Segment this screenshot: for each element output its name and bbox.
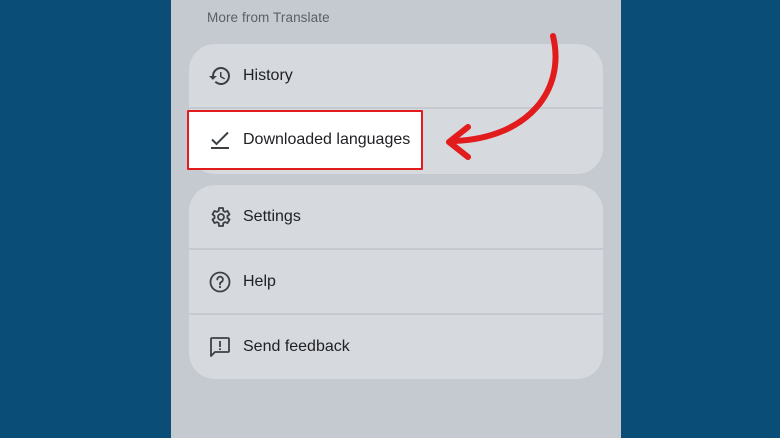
download-check-icon: [208, 128, 232, 152]
history-icon: [208, 64, 232, 88]
menu-item-send-feedback[interactable]: Send feedback: [189, 315, 603, 378]
section-label: More from Translate: [207, 10, 330, 25]
menu-item-history[interactable]: History: [189, 44, 603, 107]
menu-item-help[interactable]: Help: [189, 250, 603, 313]
menu-group-secondary: Settings Help Send feedback: [189, 185, 603, 379]
menu-item-label: Send feedback: [243, 337, 350, 355]
divider: [189, 107, 603, 109]
menu-item-label: Help: [243, 272, 276, 290]
menu-item-label: Downloaded languages: [243, 131, 411, 148]
gear-icon: [208, 205, 232, 229]
help-icon: [208, 270, 232, 294]
feedback-icon: [208, 335, 232, 359]
menu-item-downloaded-languages[interactable]: Downloaded languages: [189, 110, 423, 170]
menu-item-settings[interactable]: Settings: [189, 185, 603, 248]
menu-item-label: History: [243, 66, 293, 84]
menu-item-label: Settings: [243, 207, 301, 225]
